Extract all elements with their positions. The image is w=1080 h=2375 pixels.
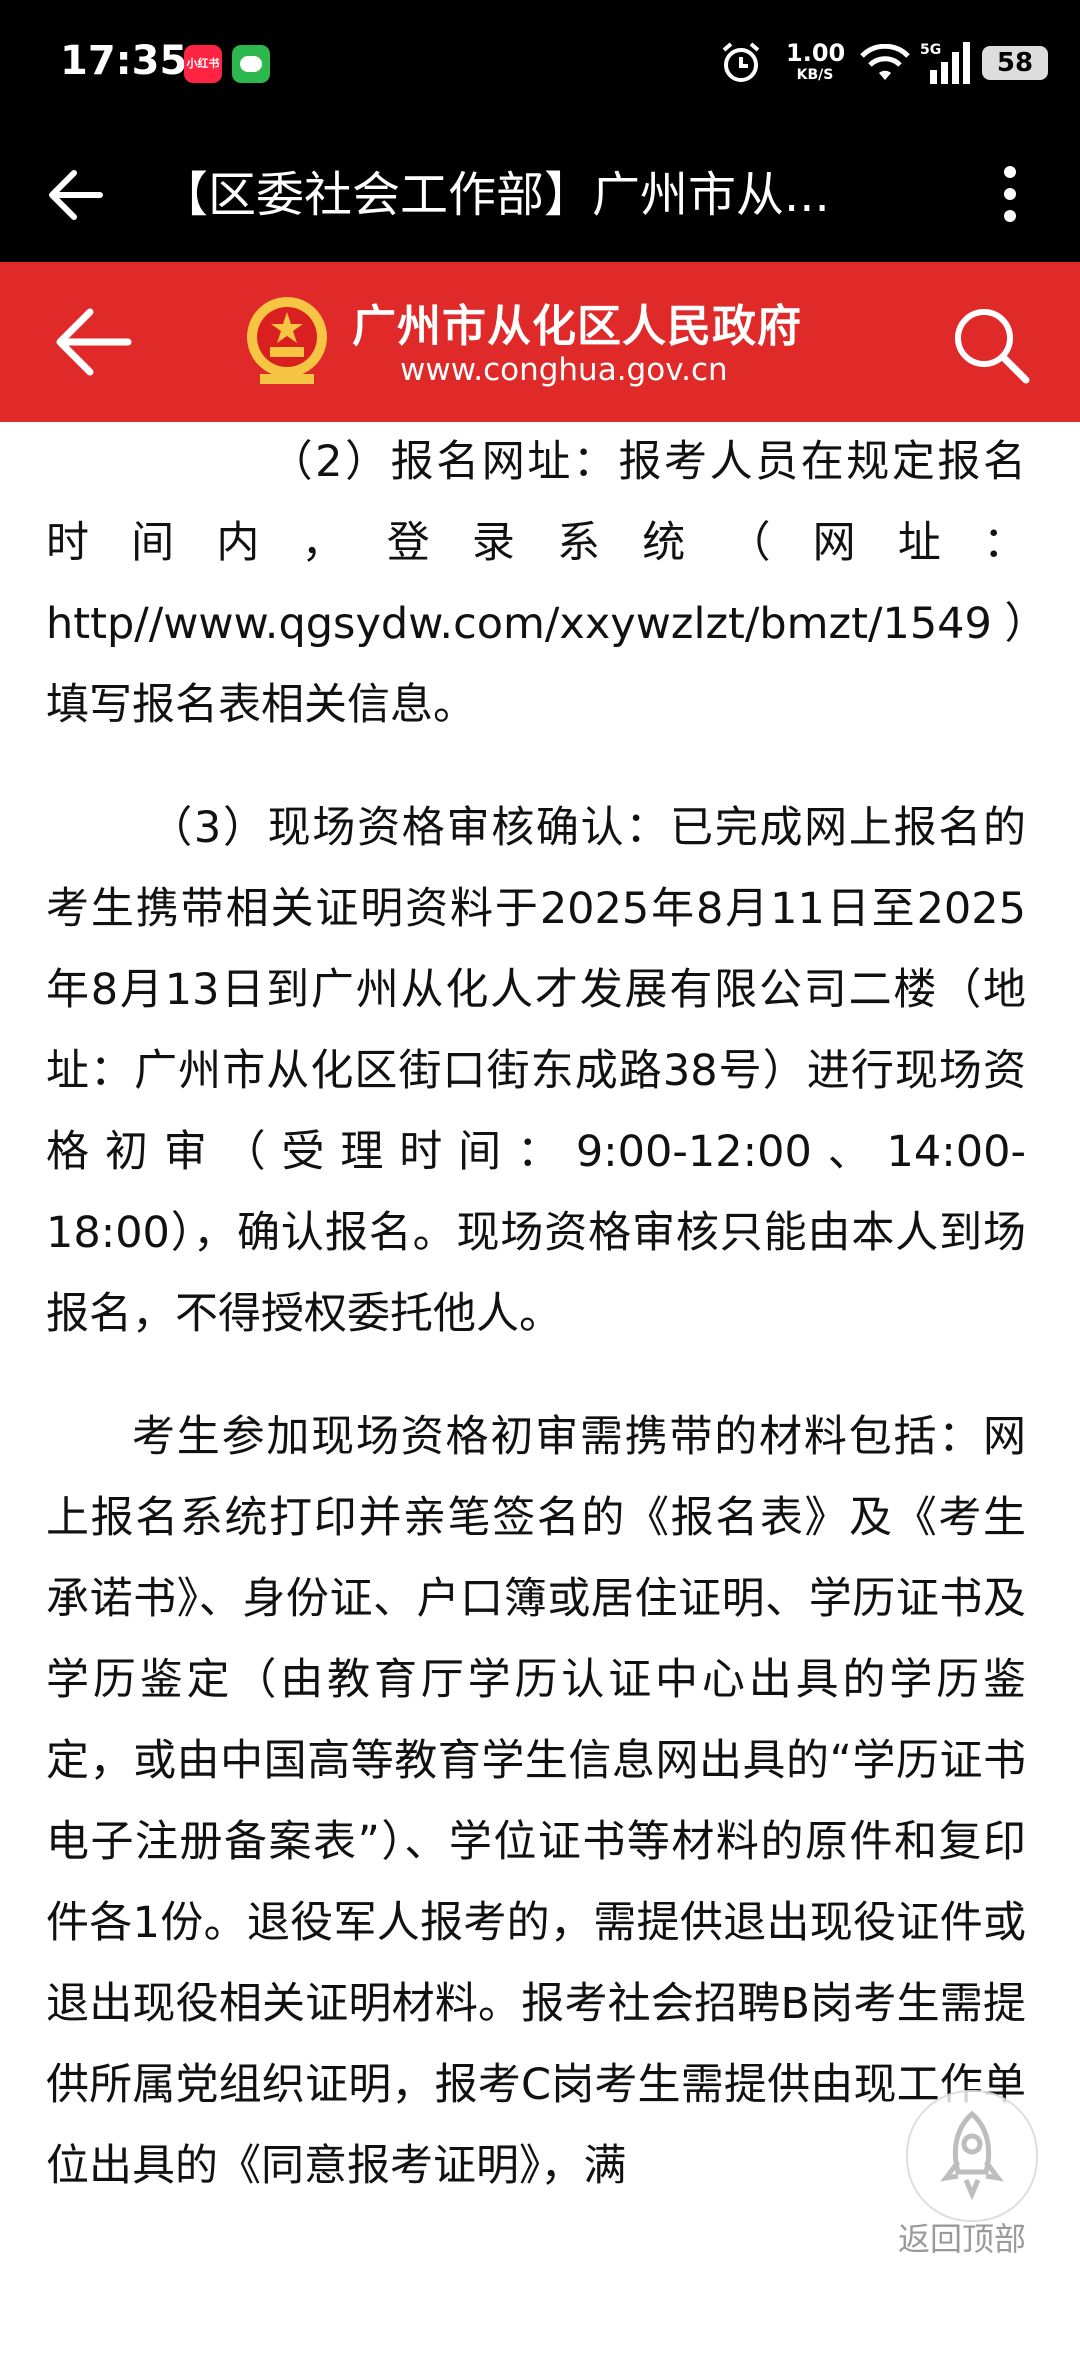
xiaohongshu-app-label: 小红书 — [186, 57, 220, 70]
battery-indicator: 58 — [982, 46, 1048, 80]
national-emblem-icon — [247, 297, 327, 384]
site-url: www.conghua.gov.cn — [400, 352, 728, 388]
article-paragraph: （2）报名网址：报考人员在规定报名时间内，登录系统（网址：http//www.q… — [46, 437, 1026, 730]
article-paragraph: 考生参加现场资格初审需携带的材料包括：网上报名系统打印并亲笔签名的《报名表》及《… — [46, 1412, 1026, 2191]
rocket-icon — [940, 2110, 1004, 2201]
app-bar: 【区委社会工作部】广州市从... — [0, 130, 1080, 262]
status-time: 17:35 — [60, 38, 188, 84]
alarm-icon — [722, 42, 760, 82]
back-arrow-icon[interactable] — [40, 160, 110, 230]
site-back-arrow-icon[interactable] — [50, 302, 136, 382]
site-header: 广州市从化区人民政府 www.conghua.gov.cn — [0, 262, 1080, 422]
network-speed: 1.00 KB/S — [786, 39, 846, 83]
back-to-top-button[interactable] — [906, 2090, 1038, 2222]
search-icon[interactable] — [948, 302, 1032, 386]
site-name: 广州市从化区人民政府 — [352, 301, 802, 352]
status-bar: 17:35 小红书 1.00 KB/S 5G 58 — [0, 0, 1080, 130]
page-title: 【区委社会工作部】广州市从... — [160, 167, 830, 223]
cellular-signal-icon: 5G — [920, 42, 970, 84]
more-options-icon[interactable] — [990, 160, 1030, 230]
wifi-icon — [860, 44, 910, 80]
xiaohongshu-app-icon: 小红书 — [184, 45, 222, 83]
article-paragraph: （3）现场资格审核确认：已完成网上报名的考生携带相关证明资料于2025年8月11… — [46, 803, 1026, 1339]
back-to-top-label[interactable]: 返回顶部 — [898, 2214, 1026, 2260]
article-body: （2）报名网址：报考人员在规定报名时间内，登录系统（网址：http//www.q… — [46, 422, 1026, 2207]
messaging-app-icon — [232, 45, 270, 83]
signal-5g-label: 5G — [920, 42, 941, 58]
